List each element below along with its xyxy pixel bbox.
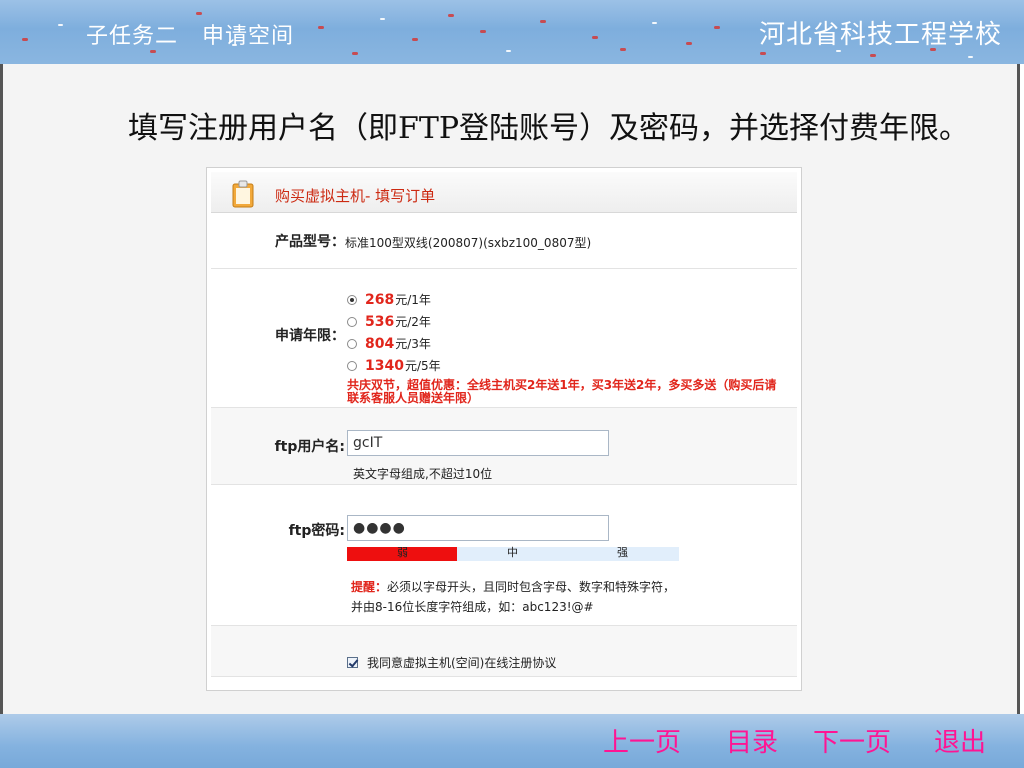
strength-medium: 中 xyxy=(507,546,518,559)
price-value: 268 xyxy=(365,291,395,308)
slide-title: 子任务二 申请空间 xyxy=(86,24,294,49)
clipboard-icon xyxy=(232,180,254,208)
ftp-password-label: ftp密码: xyxy=(288,523,345,539)
price-unit: 元/5年 xyxy=(404,359,441,373)
product-value: 标准100型双线(200807)(sxbz100_0807型) xyxy=(345,236,592,250)
top-banner: 子任务二 申请空间 河北省科技工程学校 xyxy=(0,0,1024,64)
term-option-5-year[interactable]: 1340 元/5年 xyxy=(347,357,441,374)
price-value: 1340 xyxy=(365,357,404,374)
ftp-username-label: ftp用户名: xyxy=(274,439,345,455)
order-form-title: 购买虚拟主机- 填写订单 xyxy=(275,187,436,205)
school-name: 河北省科技工程学校 xyxy=(758,20,1002,50)
agreement-row: 我同意虚拟主机(空间)在线注册协议 xyxy=(211,626,797,677)
price-value: 804 xyxy=(365,335,395,352)
price-unit: 元/2年 xyxy=(395,315,431,329)
promo-text: 共庆双节，超值优惠：全线主机买2年送1年，买3年送2年，多买多送（购买后请联系客… xyxy=(347,378,777,405)
ftp-username-hint: 英文字母组成,不超过10位 xyxy=(353,467,493,481)
term-option-3-year[interactable]: 804 元/3年 xyxy=(347,335,431,352)
radio-button-selected[interactable] xyxy=(347,294,357,305)
agreement-checkbox[interactable] xyxy=(347,657,358,668)
strength-weak: 弱 xyxy=(397,546,408,559)
term-option-2-year[interactable]: 536 元/2年 xyxy=(347,313,431,330)
term-row: 申请年限： 268 元/1年 536 元/2年 804 元/3年 1340 元/… xyxy=(211,269,797,408)
next-page-link[interactable]: 下一页 xyxy=(813,722,891,759)
radio-button[interactable] xyxy=(347,360,357,371)
price-value: 536 xyxy=(365,313,395,330)
reminder-text: 必须以字母开头，且同时包含字母、数字和特殊字符，并由8-16位长度字符组成，如：… xyxy=(351,580,676,614)
ftp-username-row: ftp用户名: gcIT 英文字母组成,不超过10位 xyxy=(211,408,797,485)
bottom-nav-bar: 上一页 目录 下一页 退出 xyxy=(0,714,1024,768)
ftp-password-input[interactable]: ●●●● xyxy=(347,515,609,541)
product-label: 产品型号： xyxy=(275,234,345,250)
exit-link[interactable]: 退出 xyxy=(934,722,986,759)
term-option-1-year[interactable]: 268 元/1年 xyxy=(347,291,431,308)
agreement-label: 我同意虚拟主机(空间)在线注册协议 xyxy=(367,656,557,670)
product-row: 产品型号： 标准100型双线(200807)(sxbz100_0807型) xyxy=(211,214,797,269)
prev-page-link[interactable]: 上一页 xyxy=(603,722,681,759)
ftp-password-row: ftp密码: ●●●● 弱 中 强 提醒：必须以字母开头，且同时包含字母、数字和… xyxy=(211,485,797,626)
price-unit: 元/1年 xyxy=(395,293,431,307)
strength-strong: 强 xyxy=(617,546,628,559)
ftp-username-input[interactable]: gcIT xyxy=(347,430,609,456)
agreement-line[interactable]: 我同意虚拟主机(空间)在线注册协议 xyxy=(347,654,556,671)
term-label: 申请年限： xyxy=(275,328,345,344)
instruction-text: 填写注册用户名（即FTP登陆账号）及密码，并选择付费年限。 xyxy=(128,111,970,146)
order-form-header: 购买虚拟主机- 填写订单 xyxy=(211,172,797,213)
reminder-label: 提醒： xyxy=(351,580,388,594)
radio-button[interactable] xyxy=(347,338,357,349)
toc-link[interactable]: 目录 xyxy=(726,722,778,759)
password-strength-meter: 弱 中 强 xyxy=(347,546,679,561)
order-form-panel: 购买虚拟主机- 填写订单 产品型号： 标准100型双线(200807)(sxbz… xyxy=(206,167,802,691)
radio-button[interactable] xyxy=(347,316,357,327)
password-reminder: 提醒：必须以字母开头，且同时包含字母、数字和特殊字符，并由8-16位长度字符组成… xyxy=(351,577,681,617)
price-unit: 元/3年 xyxy=(395,337,431,351)
